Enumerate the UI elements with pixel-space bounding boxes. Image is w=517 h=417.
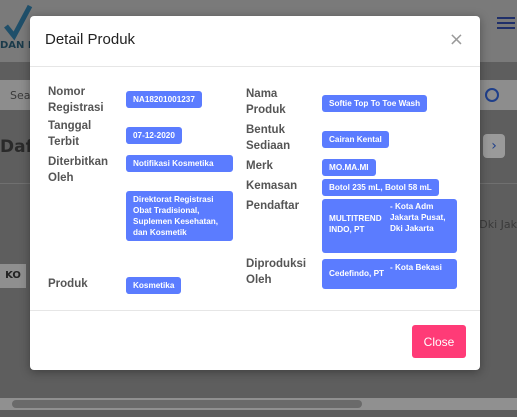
value-nama-produk: Softie Top To Toe Wash [322, 95, 428, 112]
label-tanggal-terbit: Tanggal Terbit [48, 120, 92, 148]
scrollbar-thumb[interactable] [12, 400, 362, 408]
label-produk: Produk [48, 278, 88, 290]
search-placeholder: Sea [10, 89, 31, 102]
label-bentuk-sediaan: Bentuk Sediaan [246, 124, 291, 152]
close-button[interactable]: Close [412, 325, 466, 358]
value-nomor-registrasi: NA18201001237 [126, 91, 202, 108]
chevron-right-icon[interactable]: › [483, 134, 505, 158]
modal-footer: Close [30, 310, 480, 371]
value-bentuk-sediaan: Cairan Kental [322, 131, 389, 148]
background-row-text: Dki Jak [479, 218, 517, 231]
label-merk: Merk [246, 160, 273, 172]
diproduksi-city: - Kota Bekasi [390, 263, 442, 272]
background-row-badge: KO [0, 264, 26, 288]
label-nomor-registrasi: Nomor Registrasi [48, 86, 104, 114]
value-diterbitkan-oleh-1: Notifikasi Kosmetika [126, 155, 233, 172]
label-diterbitkan-oleh: Diterbitkan Oleh [48, 156, 109, 184]
value-tanggal-terbit: 07-12-2020 [126, 127, 182, 144]
label-nama-produk: Nama Produk [246, 88, 286, 116]
diproduksi-name: Cedefindo, PT [329, 269, 385, 278]
value-merk: MO.MA.MI [322, 159, 376, 176]
close-icon[interactable]: × [449, 30, 464, 50]
pendaftar-city: - Kota Adm Jakarta Pusat, Dki Jakarta [390, 202, 446, 233]
value-pendaftar: MULTITREND INDO, PT - Kota Adm Jakarta P… [322, 199, 457, 253]
value-diterbitkan-oleh-2: Direktorat Registrasi Obat Tradisional, … [126, 191, 233, 241]
pendaftar-name: MULTITREND INDO, PT [329, 214, 382, 234]
label-diproduksi-oleh: Diproduksi Oleh [246, 258, 307, 286]
value-kemasan: Botol 235 mL, Botol 58 mL [322, 179, 439, 196]
value-diproduksi-oleh: Cedefindo, PT - Kota Bekasi [322, 259, 457, 289]
search-icon[interactable] [485, 88, 499, 102]
modal-header: Detail Produk × [30, 16, 480, 67]
value-produk: Kosmetika [126, 277, 182, 294]
detail-produk-modal: Detail Produk × Nomor Registrasi NA18201… [30, 16, 480, 370]
modal-title: Detail Produk [45, 31, 136, 48]
label-kemasan: Kemasan [246, 180, 298, 192]
hamburger-menu-icon[interactable] [497, 14, 515, 32]
label-pendaftar: Pendaftar [246, 200, 300, 212]
